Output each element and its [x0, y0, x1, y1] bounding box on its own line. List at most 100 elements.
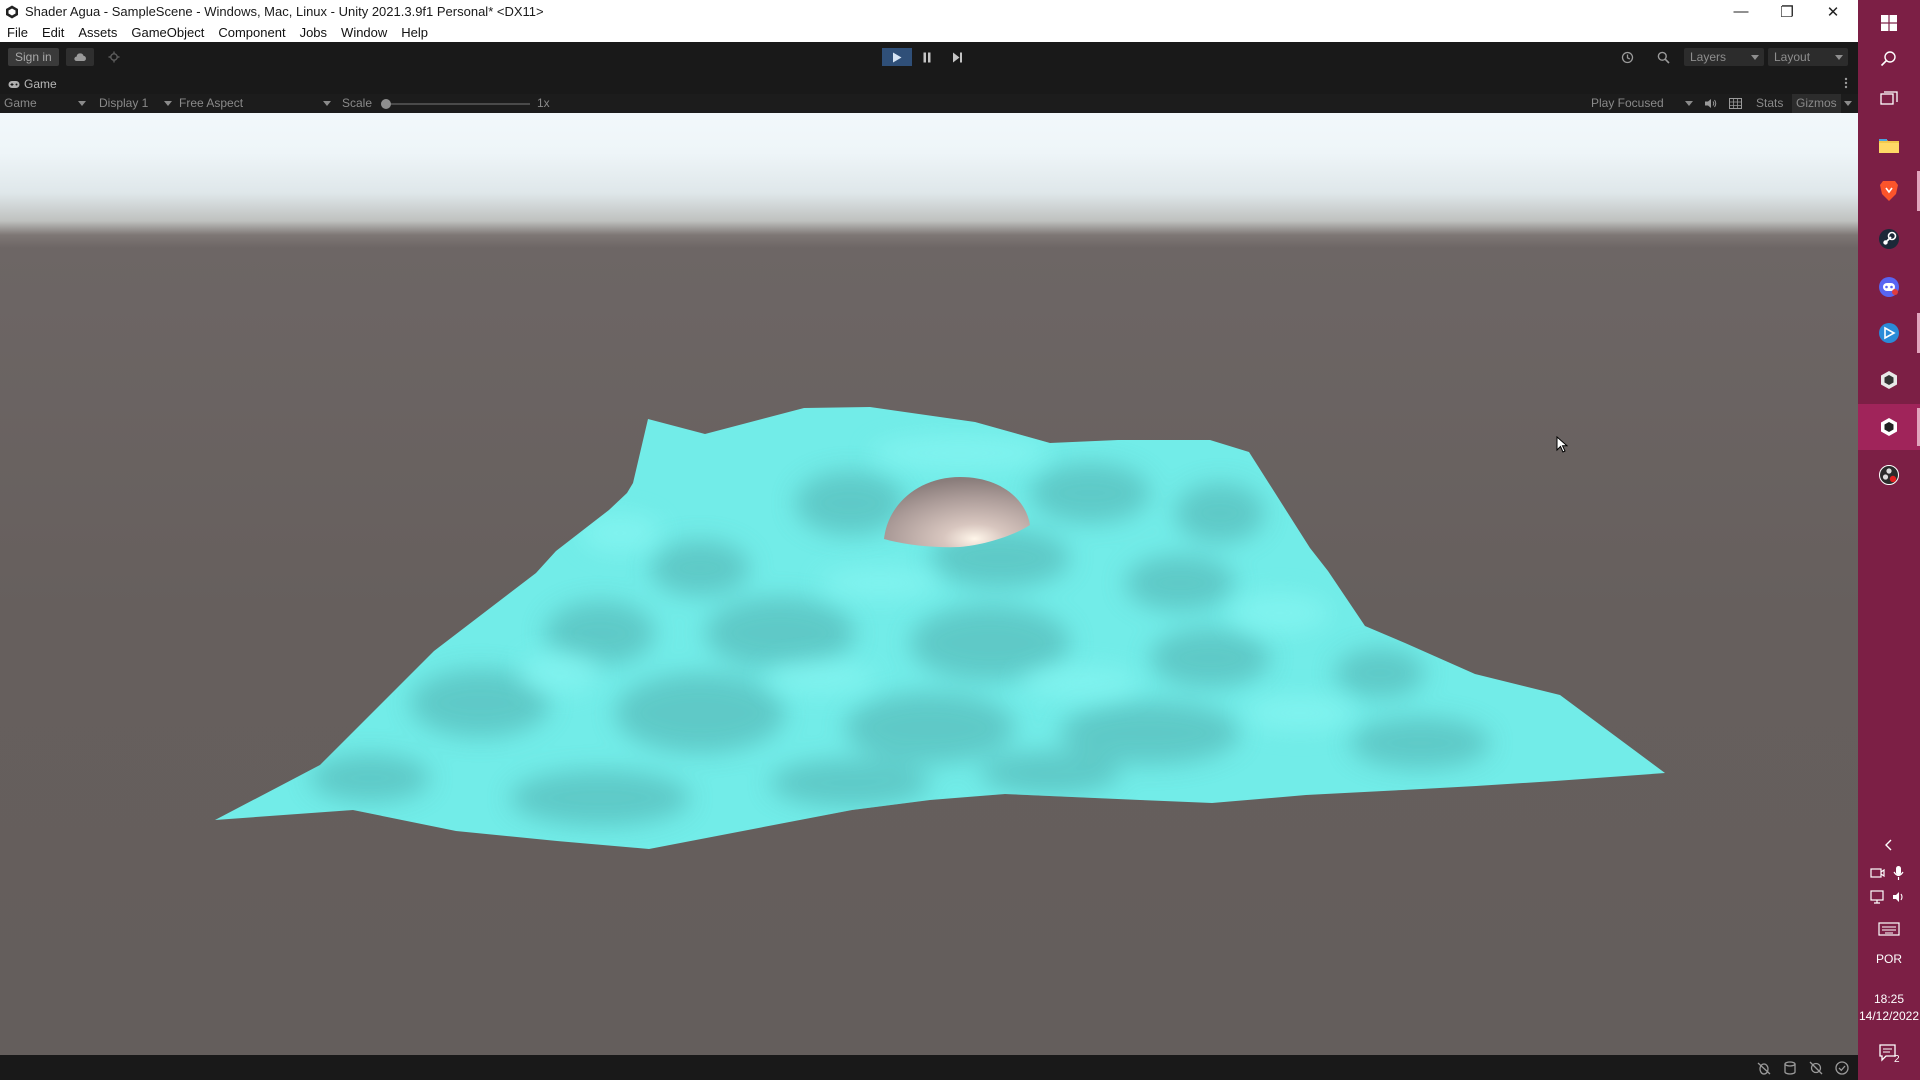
aspect-dropdown[interactable]: Free Aspect	[179, 94, 335, 113]
window-title: Shader Agua - SampleScene - Windows, Mac…	[25, 4, 544, 19]
scale-slider-handle[interactable]	[381, 99, 391, 109]
menu-component[interactable]: Component	[211, 25, 292, 40]
keyboard-icon	[1878, 922, 1900, 936]
mute-audio-button[interactable]	[1704, 94, 1722, 113]
game-tab-row: Game	[0, 72, 1858, 94]
gizmos-button[interactable]: Gizmos	[1792, 94, 1841, 113]
gamepad-icon	[8, 80, 20, 88]
display-dropdown-label: Display 1	[99, 96, 149, 110]
discord-icon	[1879, 277, 1899, 297]
clock-date[interactable]: 14/12/2022	[1858, 1009, 1920, 1023]
search-button[interactable]	[1650, 48, 1676, 66]
scale-value: 1x	[537, 96, 550, 110]
file-explorer-icon	[1879, 139, 1899, 153]
mouse-cursor-icon	[1556, 436, 1568, 453]
close-button[interactable]: ✕	[1810, 0, 1856, 23]
window-title-bar: Shader Agua - SampleScene - Windows, Mac…	[0, 0, 1858, 23]
chevron-down-icon	[1835, 55, 1843, 60]
chevron-down-icon	[1685, 101, 1693, 106]
unity-logo-icon	[6, 5, 18, 18]
menu-assets[interactable]: Assets	[71, 25, 124, 40]
minimize-button[interactable]: —	[1718, 0, 1764, 23]
play-mode-dropdown[interactable]: Play Focused	[1591, 94, 1691, 113]
game-view-controls: Game Display 1 Free Aspect Scale 1x Play…	[0, 94, 1858, 113]
status-bar	[0, 1055, 1858, 1080]
sign-in-button[interactable]: Sign in	[8, 48, 59, 66]
pause-button[interactable]	[912, 48, 942, 66]
play-mode-dropdown-label: Play Focused	[1591, 96, 1664, 110]
input-language-indicator[interactable]: POR	[1858, 952, 1920, 966]
kebab-menu-icon[interactable]	[1844, 77, 1848, 89]
taskbar-app-unity-hub[interactable]	[1858, 357, 1920, 403]
restore-icon: ❐	[1780, 3, 1794, 21]
notification-count-badge: 2	[1894, 1054, 1900, 1065]
windows-start-icon	[1881, 15, 1897, 31]
pause-icon	[923, 52, 931, 62]
collab-button[interactable]	[102, 48, 126, 66]
taskbar-app-gamepass[interactable]	[1858, 310, 1920, 356]
tray-row-1	[1858, 862, 1920, 884]
minimize-icon: —	[1733, 3, 1749, 20]
cloud-button[interactable]	[66, 48, 94, 66]
main-toolbar: Sign in Layers Layout	[0, 42, 1858, 72]
tab-game[interactable]: Game	[0, 74, 57, 94]
step-icon	[952, 52, 962, 62]
collab-icon	[108, 51, 120, 63]
scale-label: Scale	[342, 96, 373, 110]
taskbar-app-discord[interactable]	[1858, 264, 1920, 310]
camera-icon	[1870, 868, 1885, 878]
taskbar-app-obs[interactable]	[1858, 452, 1920, 498]
database-icon[interactable]	[1782, 1060, 1798, 1076]
history-icon	[1621, 51, 1633, 63]
history-button[interactable]	[1614, 48, 1640, 66]
notification-center-button[interactable]: 2	[1858, 1030, 1920, 1076]
tray-row-2	[1858, 886, 1920, 908]
display-dropdown[interactable]: Display 1	[99, 94, 171, 113]
stats-button[interactable]: Stats	[1756, 94, 1783, 113]
search-icon	[1880, 51, 1896, 67]
layout-dropdown[interactable]: Layout	[1768, 48, 1848, 66]
layout-label: Layout	[1774, 50, 1811, 64]
check-circle-icon[interactable]	[1834, 1060, 1850, 1076]
steam-icon	[1879, 229, 1899, 249]
chevron-left-icon	[1885, 839, 1892, 851]
game-viewport[interactable]	[0, 113, 1858, 1055]
taskbar-app-unity-editor[interactable]	[1858, 404, 1920, 450]
step-button[interactable]	[942, 48, 972, 66]
restore-button[interactable]: ❐	[1764, 0, 1810, 23]
menu-gameobject[interactable]: GameObject	[124, 25, 211, 40]
playback-controls	[882, 48, 972, 66]
settings-icon[interactable]	[1808, 1060, 1824, 1076]
taskbar-app-steam[interactable]	[1858, 216, 1920, 262]
layers-dropdown[interactable]: Layers	[1684, 48, 1764, 66]
play-button[interactable]	[882, 48, 912, 66]
brave-browser-icon	[1880, 181, 1898, 201]
menu-file[interactable]: File	[0, 25, 35, 40]
task-view-button[interactable]	[1858, 76, 1920, 122]
microphone-icon	[1893, 866, 1904, 880]
scale-slider-track[interactable]	[384, 103, 530, 105]
clock-time[interactable]: 18:25	[1858, 992, 1920, 1006]
play-icon	[893, 52, 902, 62]
tab-game-label: Game	[24, 77, 57, 91]
show-hidden-icons-button[interactable]	[1858, 830, 1920, 860]
task-view-icon	[1880, 91, 1898, 105]
water-scene	[215, 407, 1665, 849]
menu-jobs[interactable]: Jobs	[293, 25, 334, 40]
bug-icon[interactable]	[1756, 1060, 1772, 1076]
close-icon: ✕	[1826, 3, 1840, 21]
menu-help[interactable]: Help	[394, 25, 435, 40]
unity-hub-icon	[1881, 371, 1897, 389]
menu-edit[interactable]: Edit	[35, 25, 71, 40]
windows-taskbar: POR 18:25 14/12/2022 2	[1858, 0, 1920, 1080]
maximize-on-play-button[interactable]	[1729, 94, 1747, 113]
touch-keyboard-button[interactable]	[1858, 912, 1920, 946]
chevron-down-icon	[323, 101, 331, 106]
chevron-down-icon	[1844, 101, 1852, 106]
volume-icon	[1893, 892, 1903, 902]
taskbar-app-brave[interactable]	[1858, 168, 1920, 214]
game-view-dropdown[interactable]: Game	[4, 94, 88, 113]
menu-window[interactable]: Window	[334, 25, 394, 40]
taskbar-app-file-explorer[interactable]	[1858, 122, 1920, 168]
layers-label: Layers	[1690, 50, 1727, 64]
